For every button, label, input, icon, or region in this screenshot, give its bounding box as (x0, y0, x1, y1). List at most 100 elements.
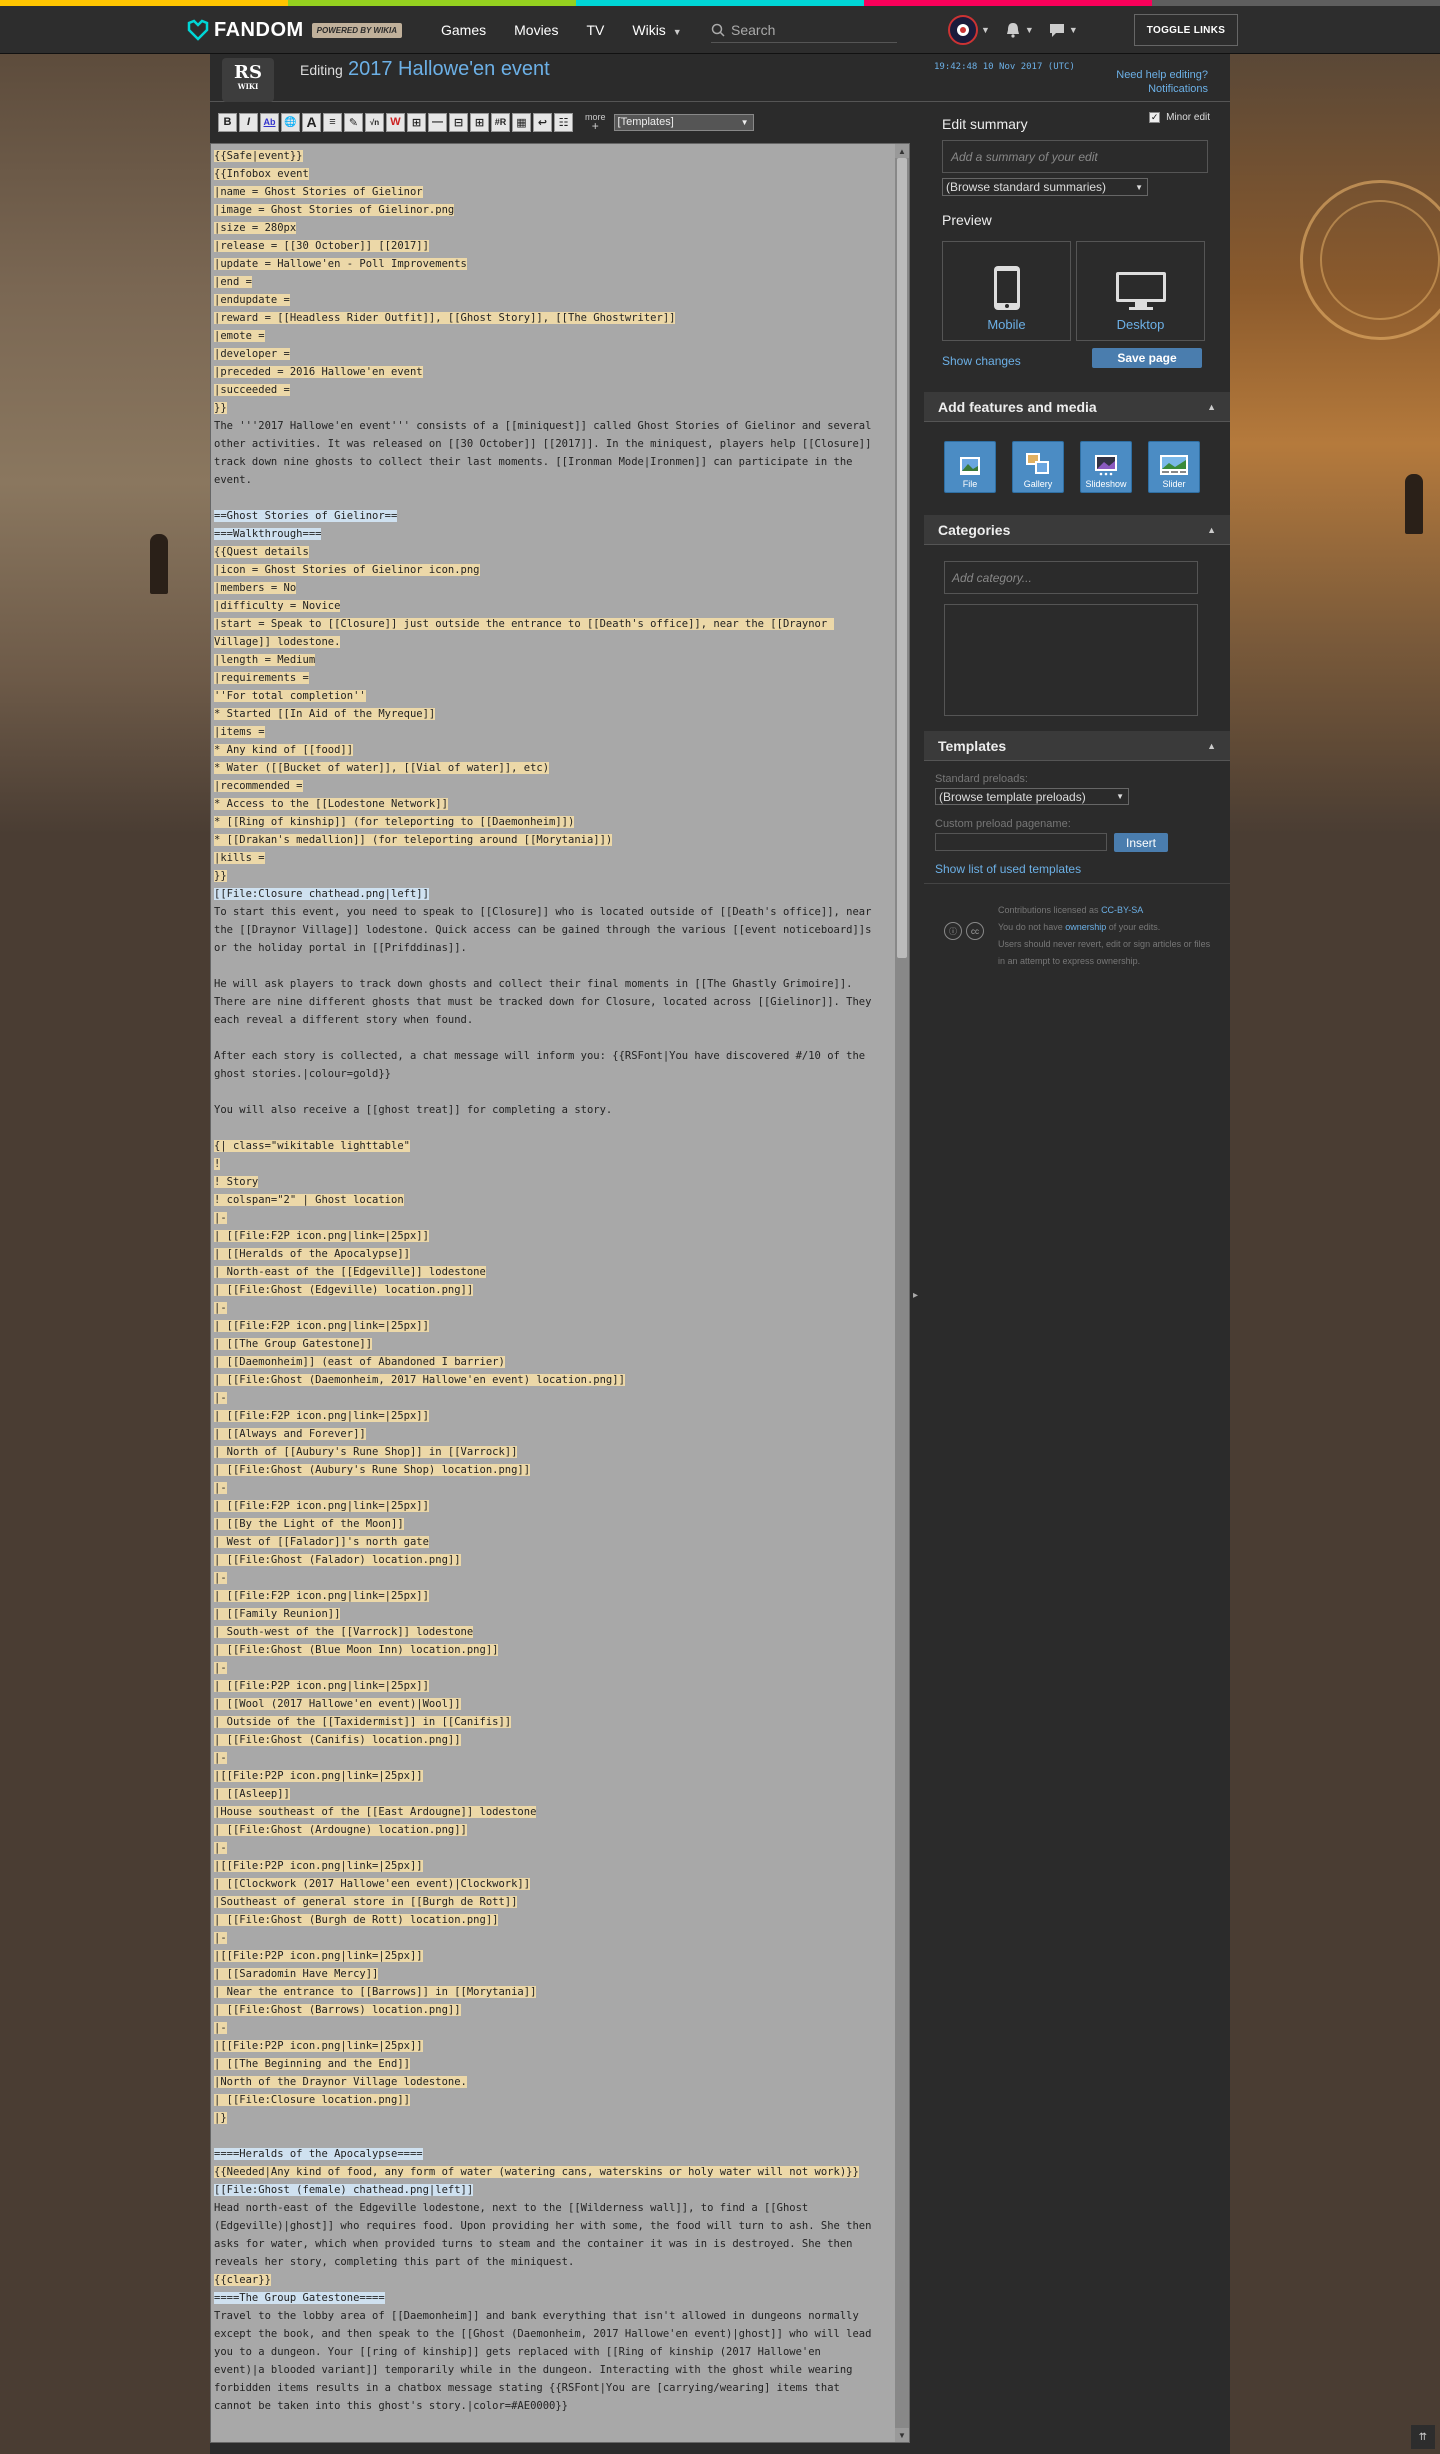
math-button[interactable]: √n (365, 112, 384, 132)
wikitext-line: |endupdate = (214, 294, 290, 306)
add-slideshow-button[interactable]: Slideshow (1080, 441, 1132, 493)
wikitext-editor[interactable]: {{Safe|event}} {{Infobox event |name = Gho… (210, 143, 910, 2443)
features-module-header[interactable]: Add features and media ▲ (924, 392, 1230, 422)
page-title-link[interactable]: 2017 Hallowe'en event (348, 58, 550, 81)
wikitext-line (214, 1029, 877, 1047)
background-rune-circle-inner (1320, 200, 1440, 320)
nav-link-movies[interactable]: Movies (514, 22, 558, 38)
wikitext-line: |- (214, 1662, 227, 1674)
wikitext-line: | [[File:F2P icon.png|link=|25px]] (214, 1320, 429, 1332)
ownership-suffix: of your edits. (1106, 922, 1161, 932)
preview-desktop-button[interactable]: Desktop (1076, 241, 1205, 341)
wikitext-line (214, 489, 877, 507)
wikitext-line: ====The Group Gatestone==== (214, 2292, 385, 2304)
cc-by-sa-link[interactable]: CC-BY-SA (1101, 905, 1143, 915)
italic-button[interactable]: I (239, 112, 258, 132)
need-help-editing-link[interactable]: Need help editing? (1116, 68, 1208, 82)
signature-button[interactable]: ⊞ (407, 112, 426, 132)
wikitext-line: The '''2017 Hallowe'en event''' consists… (214, 420, 878, 486)
nowiki-button[interactable]: W (386, 112, 405, 132)
editor-scrollbar[interactable]: ▲ ▼ (895, 144, 909, 2442)
wikitext-line (214, 2127, 877, 2145)
ownership-prefix: You do not have (998, 922, 1066, 932)
undo-button[interactable]: ↩ (533, 112, 552, 132)
desktop-monitor-icon (1115, 272, 1166, 310)
chat-bubble-icon (1049, 24, 1064, 37)
search-icon (711, 23, 725, 37)
wikitext-line: | North of [[Aubury's Rune Shop]] in [[V… (214, 1446, 518, 1458)
gallery-icon (1026, 453, 1049, 474)
wiki-logo-sub: WIKI (237, 82, 259, 91)
edit-summary-input[interactable]: Add a summary of your edit (942, 140, 1208, 173)
wikitext-line: * Water ([[Bucket of water]], [[Vial of … (214, 762, 550, 774)
templates-module-header[interactable]: Templates ▲ (924, 731, 1230, 761)
background-art-left (0, 54, 210, 834)
nav-link-wikis[interactable]: Wikis ▼ (632, 22, 681, 38)
wikitext-line: | [[File:Ghost (Daemonheim, 2017 Hallowe… (214, 1374, 625, 1386)
list-button[interactable]: ☷ (554, 112, 573, 132)
wikitext-line: | [[File:Ghost (Ardougne) location.png]] (214, 1824, 467, 1836)
back-to-top-button[interactable]: ⇈ (1411, 2425, 1435, 2449)
discussions-menu[interactable]: ▼ (1048, 21, 1078, 39)
show-changes-link[interactable]: Show changes (942, 354, 1021, 368)
templates-select[interactable]: [Templates] ▼ (613, 113, 754, 131)
table-button[interactable]: ▦ (512, 112, 531, 132)
search-input[interactable]: Search (711, 17, 897, 43)
save-page-button[interactable]: Save page (1092, 348, 1202, 368)
categories-header-label: Categories (938, 521, 1011, 538)
wikitext-line: |update = Hallowe'en - Poll Improvements (214, 258, 467, 270)
gallery-label: Gallery (1023, 479, 1053, 489)
show-used-templates-link[interactable]: Show list of used templates (935, 862, 1081, 876)
ownership-notice: Users should never revert, edit or sign … (998, 939, 1211, 966)
wikitext-line: | [[By the Light of the Moon]] (214, 1518, 404, 1530)
horizontal-line-button[interactable]: — (428, 112, 447, 132)
custom-preload-input[interactable] (935, 833, 1107, 851)
minor-edit-checkbox[interactable]: ✓ Minor edit (1149, 112, 1210, 123)
fandom-logo[interactable]: FANDOM POWERED BY WIKIA (186, 16, 402, 44)
slideshow-label: Slideshow (1085, 479, 1127, 489)
ownership-link[interactable]: ownership (1065, 922, 1106, 932)
standard-preloads-label: Standard preloads: (935, 773, 1028, 785)
bold-button[interactable]: B (218, 112, 237, 132)
nav-link-tv[interactable]: TV (586, 22, 604, 38)
standard-summaries-select[interactable]: (Browse standard summaries) ▼ (942, 178, 1148, 196)
nav-link-games[interactable]: Games (441, 22, 486, 38)
categories-module-header[interactable]: Categories ▲ (924, 515, 1230, 545)
user-menu[interactable]: ▼ (948, 15, 990, 45)
add-category-input[interactable]: Add category... (944, 561, 1198, 594)
wiki-logo[interactable]: RS WIKI (222, 58, 274, 102)
wikitext-line: ==Ghost Stories of Gielinor== (214, 510, 398, 522)
wikitext-line: | [[File:Ghost (Blue Moon Inn) location.… (214, 1644, 499, 1656)
template-preloads-select[interactable]: (Browse template preloads) ▼ (935, 788, 1129, 805)
wikitext-content[interactable]: {{Safe|event}} {{Infobox event |name = Gho… (211, 144, 891, 2415)
external-link-button[interactable]: 🌐 (281, 112, 300, 132)
notifications-link[interactable]: Notifications (1116, 82, 1208, 96)
rail-collapse-arrow-icon[interactable]: ▸ (913, 1290, 918, 1301)
template-button[interactable]: ⊞ (470, 112, 489, 132)
heading-button[interactable]: A (302, 112, 321, 132)
wikitext-line: * Access to the [[Lodestone Network]] (214, 798, 448, 810)
chevron-down-icon: ▼ (1068, 25, 1078, 35)
editor-page: RS WIKI Editing 2017 Hallowe'en event 19:… (210, 54, 1230, 2454)
add-file-button[interactable]: File (944, 441, 996, 493)
preview-mobile-button[interactable]: Mobile (942, 241, 1071, 341)
insert-preload-button[interactable]: Insert (1114, 833, 1168, 852)
wikitext-line: * Any kind of [[food]] (214, 744, 354, 756)
wikitext-line: |[[File:P2P icon.png|link=|25px]] (214, 2040, 423, 2052)
background-character (150, 534, 168, 594)
wikitext-line: | [[File:F2P icon.png|link=|25px]] (214, 1590, 429, 1602)
add-slider-button[interactable]: Slider (1148, 441, 1200, 493)
scroll-up-arrow[interactable]: ▲ (895, 144, 909, 158)
wikitext-line: |name = Ghost Stories of Gielinor (214, 186, 423, 198)
toggle-links-button[interactable]: TOGGLE LINKS (1134, 14, 1238, 46)
plus-icon[interactable]: + (592, 120, 599, 132)
scroll-thumb[interactable] (897, 158, 907, 958)
scroll-down-arrow[interactable]: ▼ (895, 2428, 909, 2442)
redirect-button[interactable]: #R (491, 112, 510, 132)
internal-link-button[interactable]: Ab (260, 112, 279, 132)
gallery-button[interactable]: ⊟ (449, 112, 468, 132)
notifications-menu[interactable]: ▼ (1004, 21, 1034, 39)
media-button[interactable]: ✎ (344, 112, 363, 132)
image-button[interactable]: ≡ (323, 112, 342, 132)
add-gallery-button[interactable]: Gallery (1012, 441, 1064, 493)
